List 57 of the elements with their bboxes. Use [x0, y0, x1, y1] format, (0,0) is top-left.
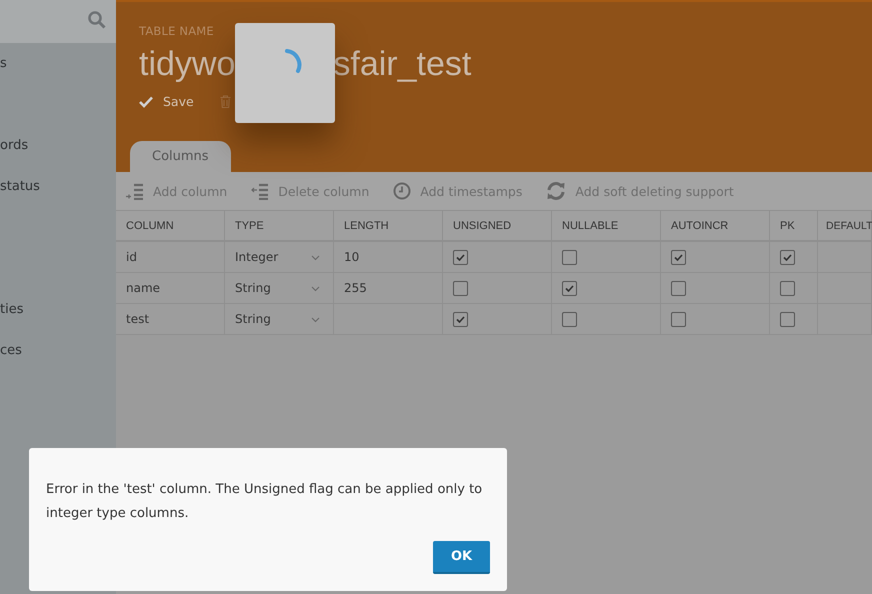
- sidebar-item[interactable]: ties: [0, 302, 24, 317]
- checkbox[interactable]: [780, 312, 795, 327]
- search-icon: [88, 10, 106, 28]
- checkbox[interactable]: [562, 250, 577, 265]
- column-header: NULLABLE: [552, 211, 660, 241]
- type-select[interactable]: Integer: [224, 241, 334, 272]
- check-icon: [674, 254, 683, 261]
- ok-button[interactable]: OK: [433, 541, 490, 574]
- column-header: AUTOINCR: [660, 211, 770, 241]
- sidebar-item[interactable]: ords: [0, 138, 28, 153]
- table-name-title: sfair_test: [333, 44, 472, 85]
- checkbox[interactable]: [562, 312, 577, 327]
- remove-rows-icon: [251, 182, 270, 200]
- checkbox[interactable]: [671, 280, 686, 296]
- table-cell: test: [116, 304, 224, 334]
- spinner-icon: [284, 49, 302, 75]
- column-header: COLUMN: [116, 211, 224, 241]
- save-button[interactable]: Save: [139, 94, 194, 109]
- column-header: DEFAULT: [818, 211, 872, 241]
- chevron-down-icon: [311, 317, 320, 323]
- sidebar-item[interactable]: s: [0, 56, 7, 71]
- check-icon: [139, 96, 153, 108]
- table-cell: 10: [334, 241, 442, 272]
- checkbox[interactable]: [671, 250, 686, 265]
- table-name-title: tidywo: [139, 44, 236, 85]
- check-icon: [565, 284, 574, 292]
- check-icon: [456, 316, 465, 323]
- add-rows-icon: [126, 182, 144, 200]
- checkbox[interactable]: [453, 312, 468, 327]
- checkbox[interactable]: [780, 280, 795, 296]
- checkbox[interactable]: [453, 280, 468, 296]
- checkbox[interactable]: [780, 250, 795, 265]
- type-select[interactable]: String: [224, 304, 334, 334]
- sidebar-item[interactable]: ces: [0, 343, 22, 358]
- columns-tab[interactable]: Columns: [130, 141, 231, 172]
- column-header: TYPE: [224, 211, 334, 241]
- search-field[interactable]: [0, 0, 116, 43]
- table-cell: name: [116, 272, 224, 304]
- refresh-icon: [546, 182, 566, 200]
- error-message: Error in the 'test' column. The Unsigned flag can be applied only to integer type columns.: [46, 481, 484, 523]
- chevron-down-icon: [311, 255, 320, 261]
- column-header: LENGTH: [334, 211, 442, 241]
- column-header: UNSIGNED: [442, 211, 552, 241]
- clock-icon: [393, 182, 412, 200]
- check-icon: [456, 254, 465, 261]
- chevron-down-icon: [311, 286, 320, 292]
- check-icon: [783, 254, 792, 261]
- table-name-label: TABLE NAME: [139, 24, 215, 38]
- type-select[interactable]: String: [224, 272, 334, 304]
- sidebar-item[interactable]: status: [0, 179, 40, 194]
- trash-icon[interactable]: [220, 95, 231, 108]
- checkbox[interactable]: [671, 312, 686, 327]
- table-cell: 255: [334, 272, 442, 304]
- checkbox[interactable]: [562, 280, 577, 296]
- table-cell: id: [116, 241, 224, 272]
- column-header: PK: [770, 211, 818, 241]
- checkbox[interactable]: [453, 250, 468, 265]
